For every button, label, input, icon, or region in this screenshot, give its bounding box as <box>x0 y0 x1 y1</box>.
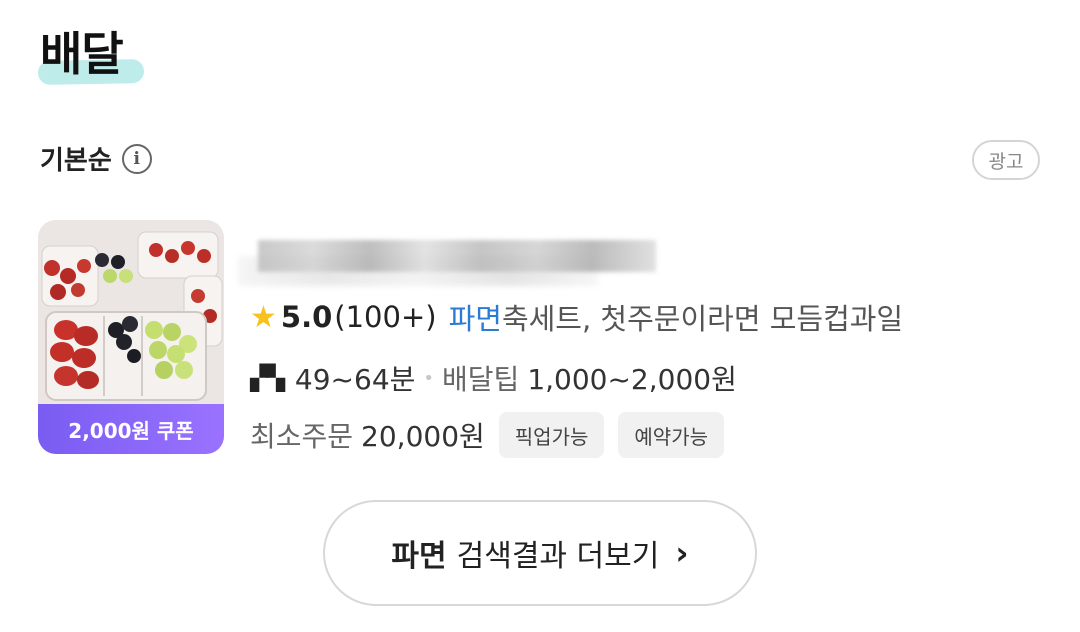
rating-value: 5.0 <box>280 300 333 334</box>
more-results-button[interactable]: 파면 검색결과 더보기 › <box>323 500 757 606</box>
min-order-label: 최소주문 <box>250 420 354 453</box>
keyword-highlight: 파면 <box>448 302 502 336</box>
section-title: 배달 <box>40 27 124 81</box>
delivery-info-row: ▞▚ 49~64분 • 배달팁 1,000~2,000원 <box>250 358 737 398</box>
sort-label: 기본순 <box>40 146 112 176</box>
info-icon[interactable]: i <box>121 143 152 174</box>
store-thumbnail: 2,000원 쿠폰 <box>38 220 224 454</box>
sort-selector[interactable]: 기본순 i <box>40 140 152 177</box>
store-name-blurred <box>238 226 658 286</box>
chevron-right-icon: › <box>675 534 689 572</box>
min-order-value: 20,000원 <box>361 420 485 453</box>
delivery-tip-label: 배달팁 <box>442 363 520 396</box>
separator-dot: • <box>423 367 435 389</box>
more-button-keyword: 파면 <box>391 539 447 574</box>
tag-pickup: 픽업가능 <box>498 412 605 458</box>
delivery-time: 49~64분 <box>294 363 416 396</box>
ad-badge: 광고 <box>972 140 1040 180</box>
star-icon: ★ <box>250 299 277 335</box>
delivery-tip-value: 1,000~2,000원 <box>527 363 737 396</box>
coupon-badge: 2,000원 쿠폰 <box>38 404 224 454</box>
rating-row: ★ 5.0 (100+) 파면 축세트, 첫주문이라면 모듬컵과일 <box>250 296 903 338</box>
review-count: (100+) <box>334 300 437 334</box>
more-button-label: 검색결과 더보기 <box>456 539 660 574</box>
order-info-row: 최소주문 20,000원 픽업가능 예약가능 <box>250 412 724 458</box>
tag-reservation: 예약가능 <box>618 412 724 458</box>
menu-description: 축세트, 첫주문이라면 모듬컵과일 <box>501 302 904 336</box>
store-card[interactable]: 2,000원 쿠폰 ★ 5.0 (100+) 파면 축세트, 첫주문이라면 모듬… <box>38 218 1048 458</box>
delivery-rider-icon: ▞▚ <box>250 364 285 392</box>
